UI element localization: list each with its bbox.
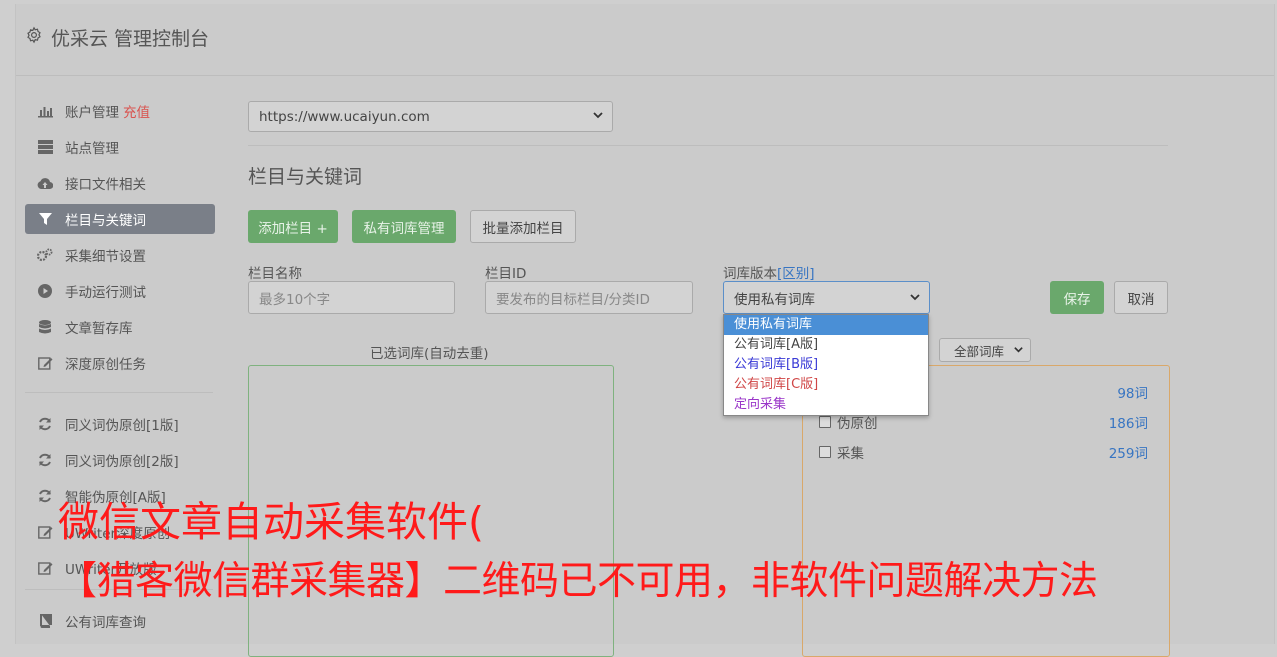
sidebar-item-deep-original[interactable]: 深度原创任务 [25, 348, 215, 378]
database-icon [37, 319, 53, 335]
lib-row-count: 186词 [1108, 416, 1148, 432]
refresh-icon [37, 416, 53, 432]
column-name-placeholder: 最多10个字 [259, 291, 331, 308]
recharge-link[interactable]: 充值 [123, 101, 150, 121]
sidebar-item-label: 接口文件相关 [65, 177, 146, 193]
overlay-caption-line2: 【猎客微信群采集器】二维码已不可用，非软件问题解决方法 [58, 559, 1098, 604]
sidebar-item-synonym-v2[interactable]: 同义词伪原创[2版] [25, 445, 215, 475]
column-name-input[interactable]: 最多10个字 [248, 281, 455, 314]
lib-row-checkbox[interactable] [819, 446, 831, 458]
play-circle-icon [37, 283, 53, 299]
lib-row-count: 98词 [1117, 386, 1148, 402]
overlay-caption-line1: 微信文章自动采集软件( [58, 498, 484, 546]
sidebar-item-label: 手动运行测试 [65, 285, 146, 301]
column-id-label: 栏目ID [485, 266, 527, 282]
app-title: 优采云 管理控制台 [25, 24, 209, 51]
save-button[interactable]: 保存 [1050, 281, 1104, 314]
filter-icon [37, 211, 53, 227]
sidebar-item-sites[interactable]: 站点管理 [25, 132, 215, 162]
gears-icon [37, 247, 53, 263]
top-bar: 优采云 管理控制台 [16, 4, 1274, 76]
selected-panel-title: 已选词库(自动去重) [370, 346, 489, 362]
section-title: 栏目与关键词 [248, 166, 363, 188]
dropdown-option-directed[interactable]: 定向采集 [724, 395, 928, 415]
dropdown-option-public-b[interactable]: 公有词库[B版] [724, 355, 928, 375]
bar-chart-icon [37, 103, 53, 119]
add-column-button[interactable]: 添加栏目 + [248, 210, 338, 243]
refresh-icon [37, 488, 53, 504]
lib-row-count: 259词 [1108, 446, 1148, 462]
refresh-icon [37, 452, 53, 468]
sidebar-item-label: 同义词伪原创[2版] [65, 454, 179, 470]
dropdown-option-private[interactable]: 使用私有词库 [724, 315, 928, 335]
site-select-value: https://www.ucaiyun.com [259, 108, 430, 125]
edit-icon [37, 524, 53, 540]
section-divider [248, 145, 1168, 146]
app-title-text: 优采云 管理控制台 [51, 28, 210, 50]
edit-icon [37, 560, 53, 576]
lib-version-label: 词库版本[区别] [723, 262, 815, 282]
lib-row-label: 采集 [837, 446, 864, 462]
sidebar-item-label: 深度原创任务 [65, 357, 146, 373]
column-id-input[interactable]: 要发布的目标栏目/分类ID [485, 281, 693, 314]
all-libs-select[interactable]: 全部词库 [939, 338, 1031, 362]
sidebar-item-collect-settings[interactable]: 采集细节设置 [25, 240, 215, 270]
column-name-label: 栏目名称 [248, 266, 302, 282]
chevron-down-icon [909, 291, 921, 306]
sidebar-item-article-store[interactable]: 文章暂存库 [25, 312, 215, 342]
cancel-button[interactable]: 取消 [1114, 281, 1168, 314]
sidebar-item-public-lib[interactable]: 公有词库查询 [25, 606, 215, 636]
sidebar-item-label: 同义词伪原创[1版] [65, 418, 179, 434]
sidebar-item-label: 公有词库查询 [65, 615, 146, 631]
server-icon [37, 139, 53, 155]
sidebar-item-label: 文章暂存库 [65, 321, 133, 337]
lib-version-label-text: 词库版本 [723, 266, 777, 282]
gear-icon [25, 26, 43, 49]
sidebar-item-label: 账户管理 [65, 105, 119, 121]
sidebar-item-synonym-v1[interactable]: 同义词伪原创[1版] [25, 409, 215, 439]
sidebar-item-label: 站点管理 [65, 141, 119, 157]
chevron-down-icon [1013, 344, 1024, 358]
sidebar-item-manual-test[interactable]: 手动运行测试 [25, 276, 215, 306]
sidebar-item-label: 栏目与关键词 [65, 213, 146, 229]
sidebar-item-account[interactable]: 账户管理 充值 [25, 96, 215, 126]
sidebar-divider [25, 392, 213, 393]
lib-row[interactable]: 采集 [819, 442, 864, 462]
batch-add-button[interactable]: 批量添加栏目 [470, 210, 576, 243]
lib-version-value: 使用私有词库 [734, 291, 815, 308]
edit-icon [37, 355, 53, 371]
dropdown-option-public-a[interactable]: 公有词库[A版] [724, 335, 928, 355]
column-id-placeholder: 要发布的目标栏目/分类ID [496, 291, 650, 308]
cloud-upload-icon [37, 175, 53, 191]
chevron-down-icon [592, 109, 604, 124]
private-lib-button[interactable]: 私有词库管理 [352, 210, 456, 243]
sidebar-item-label: 采集细节设置 [65, 249, 146, 265]
sidebar-item-columns[interactable]: 栏目与关键词 [25, 204, 215, 234]
lib-version-dropdown: 使用私有词库 公有词库[A版] 公有词库[B版] 公有词库[C版] 定向采集 [723, 314, 929, 416]
dropdown-option-public-c[interactable]: 公有词库[C版] [724, 375, 928, 395]
sidebar-item-interface[interactable]: 接口文件相关 [25, 168, 215, 198]
lib-row-checkbox[interactable] [819, 416, 831, 428]
site-select[interactable]: https://www.ucaiyun.com [248, 101, 613, 132]
difference-link[interactable]: [区别] [777, 266, 815, 282]
book-icon [37, 613, 53, 629]
all-libs-value: 全部词库 [954, 343, 1005, 359]
lib-version-select[interactable]: 使用私有词库 [723, 281, 930, 314]
